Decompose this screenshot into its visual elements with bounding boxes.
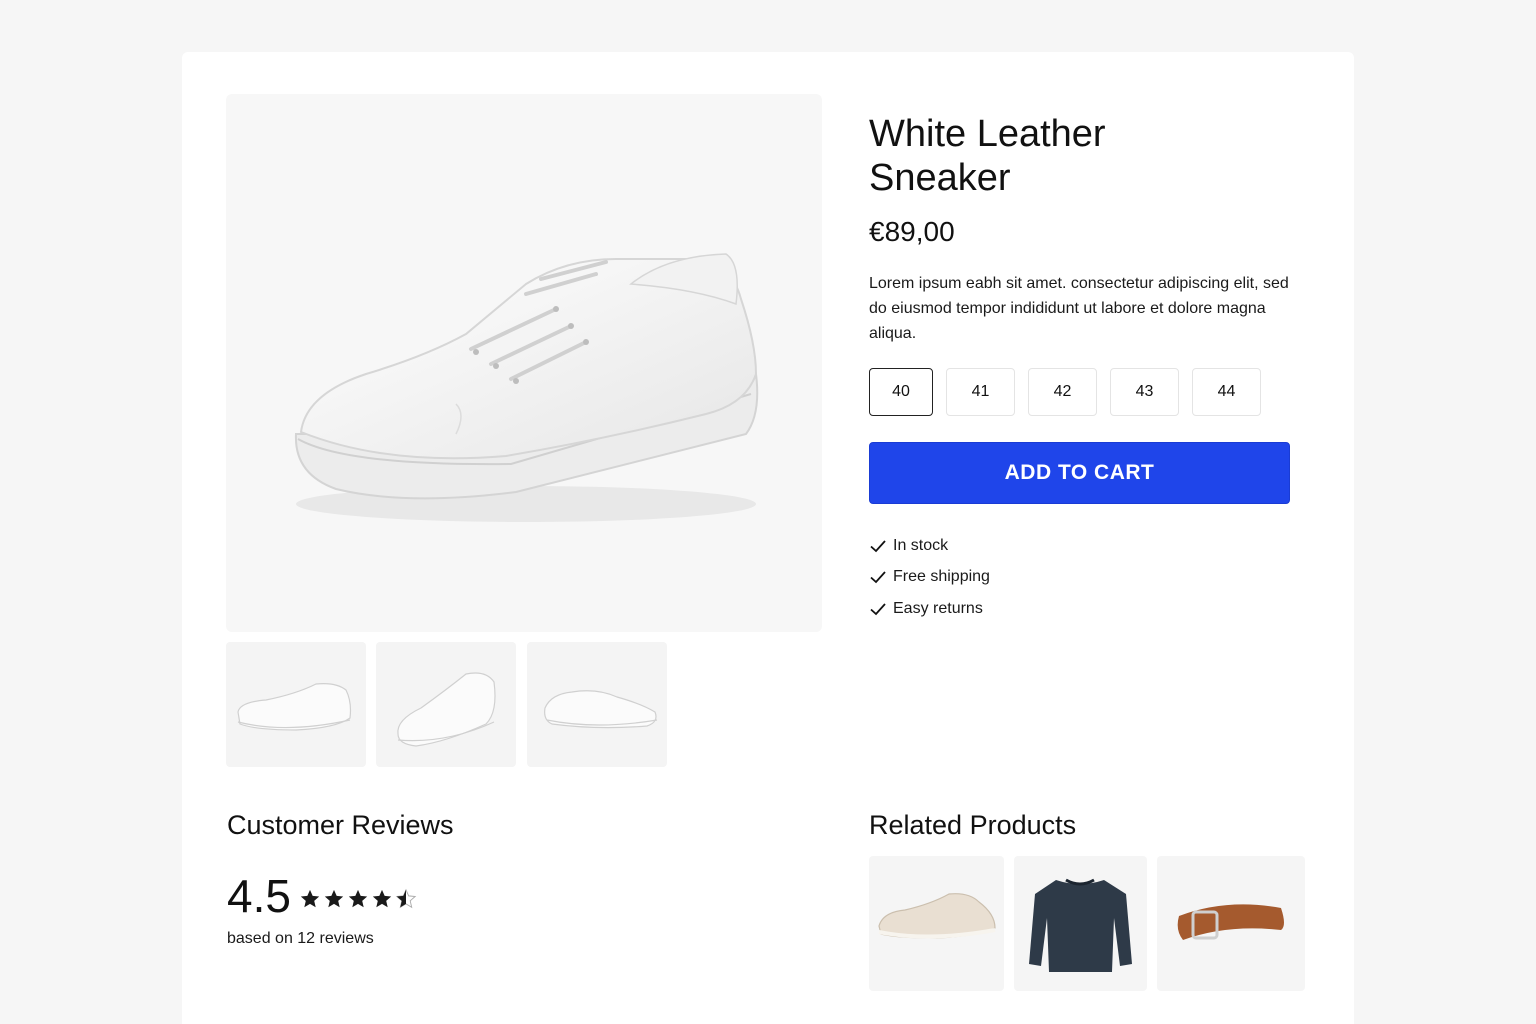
thumbnail-other-side-view[interactable] (527, 642, 667, 767)
half-star-icon (395, 888, 417, 909)
review-count: based on 12 reviews (227, 930, 374, 947)
feature-item: In stock (869, 530, 990, 562)
star-icon (372, 889, 392, 908)
sneaker-image (294, 253, 759, 522)
rating-summary: 4.5 (227, 868, 419, 924)
related-product-beige-sneaker[interactable] (869, 856, 1004, 991)
star-icon (324, 889, 344, 908)
feature-item: Free shipping (869, 562, 990, 594)
rating-value: 4.5 (227, 870, 291, 922)
size-selector: 40 41 42 43 44 (869, 368, 1261, 416)
product-title: White Leather Sneaker (869, 113, 1106, 199)
product-description: Lorem ipsum eabh sit amet. consectetur a… (869, 275, 1289, 342)
product-price: €89,00 (869, 216, 955, 247)
main-product-image[interactable] (226, 94, 822, 632)
check-icon (869, 600, 887, 618)
feature-label: In stock (893, 536, 949, 554)
check-icon (869, 537, 887, 555)
size-option-44[interactable]: 44 (1192, 368, 1261, 416)
brown-belt-image (1177, 904, 1284, 940)
check-icon (869, 568, 887, 586)
star-icon (348, 889, 368, 908)
size-option-43[interactable]: 43 (1110, 368, 1179, 416)
related-product-navy-sweater[interactable] (1014, 856, 1147, 991)
reviews-heading: Customer Reviews (227, 810, 454, 840)
add-to-cart-button[interactable]: ADD TO CART (869, 442, 1290, 504)
size-option-42[interactable]: 42 (1028, 368, 1097, 416)
feature-list: In stock Free shipping Easy returns (869, 530, 990, 625)
feature-item: Easy returns (869, 593, 990, 625)
related-product-brown-belt[interactable] (1157, 856, 1305, 991)
thumbnail-angled-view[interactable] (376, 642, 516, 767)
size-option-40[interactable]: 40 (869, 368, 933, 416)
navy-sweater-image (1029, 878, 1132, 972)
feature-label: Free shipping (893, 568, 990, 586)
star-icon (300, 889, 320, 908)
related-products-heading: Related Products (869, 810, 1077, 840)
star-rating (299, 888, 419, 910)
size-option-41[interactable]: 41 (946, 368, 1015, 416)
thumbnail-side-view[interactable] (226, 642, 366, 767)
feature-label: Easy returns (893, 599, 983, 617)
beige-sneaker-image (878, 893, 996, 939)
